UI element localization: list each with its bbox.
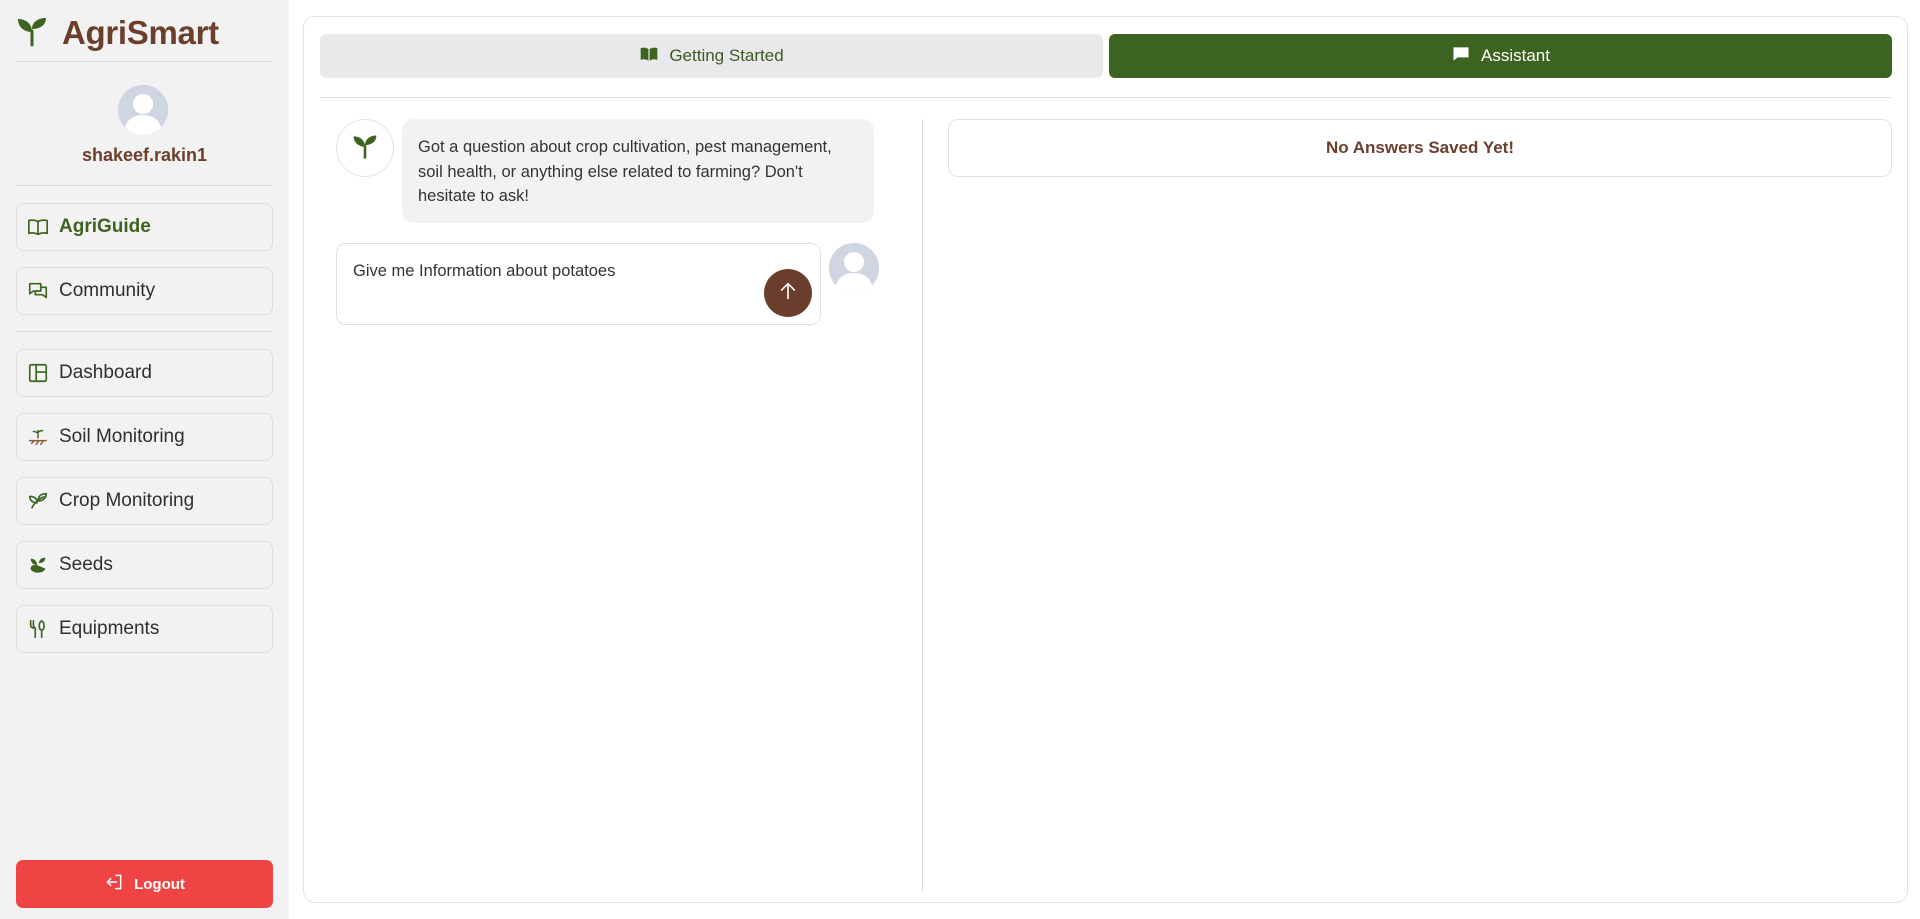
sidebar-item-equipments[interactable]: Equipments [16, 605, 273, 653]
arrow-up-icon [777, 280, 799, 307]
sidebar-item-label: Dashboard [59, 362, 152, 383]
chat-bubbles-icon [27, 280, 49, 302]
tab-label: Getting Started [669, 46, 784, 65]
bot-message: Got a question about crop cultivation, p… [402, 119, 874, 223]
message-icon [1451, 44, 1471, 69]
divider [16, 331, 272, 332]
divider [320, 97, 1892, 98]
sidebar-item-agriguide[interactable]: AgriGuide [16, 203, 273, 251]
main-panel: Getting Started Assistant Got a question… [303, 16, 1908, 903]
chat-input[interactable]: Give me Information about potatoes [336, 243, 821, 325]
sidebar-item-seeds[interactable]: Seeds [16, 541, 273, 589]
sprout-icon [16, 15, 48, 52]
logout-label: Logout [134, 875, 185, 893]
sidebar-item-label: Equipments [59, 618, 160, 639]
brand-name: AgriSmart [62, 14, 219, 51]
logout-icon [104, 872, 124, 896]
leaf-icon [27, 490, 49, 512]
sidebar-item-label: Seeds [59, 554, 113, 575]
tab-assistant[interactable]: Assistant [1109, 34, 1892, 78]
sidebar-item-label: Soil Monitoring [59, 426, 185, 447]
sidebar: AgriSmart shakeef.rakin1 AgriGuide Commu… [0, 0, 289, 919]
sidebar-item-dashboard[interactable]: Dashboard [16, 349, 273, 397]
sidebar-item-label: Community [59, 280, 156, 301]
book-icon [639, 44, 659, 69]
tools-icon [27, 618, 49, 640]
divider [16, 185, 272, 186]
sidebar-item-crop-monitoring[interactable]: Crop Monitoring [16, 477, 273, 525]
sidebar-item-soil-monitoring[interactable]: Soil Monitoring [16, 413, 273, 461]
divider [16, 61, 272, 62]
sidebar-item-label: Crop Monitoring [59, 490, 195, 511]
bot-avatar [336, 119, 394, 177]
tab-getting-started[interactable]: Getting Started [320, 34, 1103, 78]
seed-icon [27, 554, 49, 576]
user-avatar [829, 243, 879, 293]
logout-button[interactable]: Logout [16, 860, 273, 908]
saved-answers-empty: No Answers Saved Yet! [948, 119, 1892, 177]
brand[interactable]: AgriSmart [16, 14, 219, 52]
soil-icon [27, 426, 49, 448]
username: shakeef.rakin1 [81, 145, 208, 165]
sprout-icon [351, 132, 379, 165]
sidebar-item-label: AgriGuide [59, 216, 151, 237]
avatar [118, 85, 168, 135]
dashboard-icon [27, 362, 49, 384]
column-divider [922, 119, 923, 892]
sidebar-item-community[interactable]: Community [16, 267, 273, 315]
send-button[interactable] [764, 269, 812, 317]
book-open-icon [27, 216, 49, 238]
tab-label: Assistant [1481, 46, 1550, 65]
